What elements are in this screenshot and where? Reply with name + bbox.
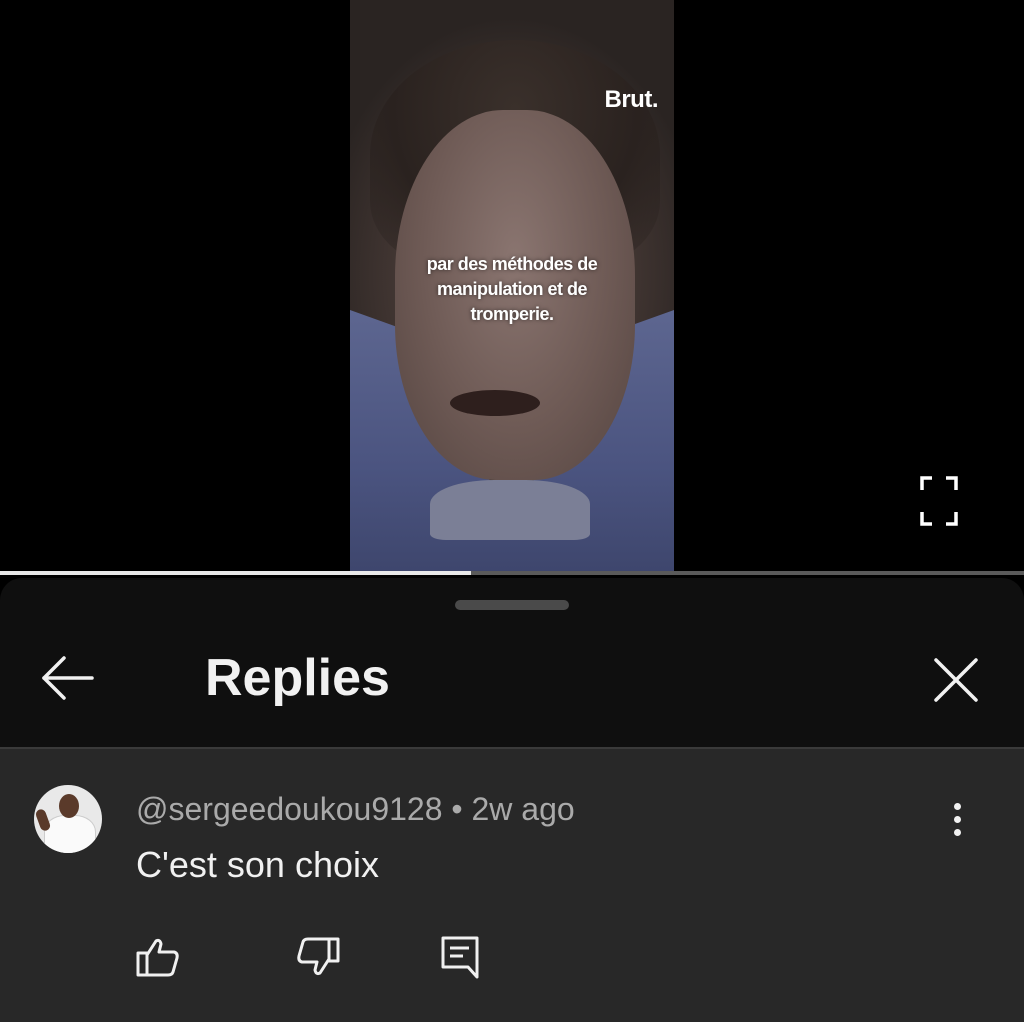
comment-text: C'est son choix bbox=[136, 844, 379, 885]
video-progress-bar[interactable] bbox=[0, 571, 1024, 575]
subtitle-line: tromperie. bbox=[470, 304, 554, 324]
replies-sheet: Replies @sergeedoukou9128 • 2w ago C'est… bbox=[0, 578, 1024, 1022]
fullscreen-button[interactable] bbox=[918, 474, 960, 528]
avatar-figure-head bbox=[59, 794, 79, 818]
close-icon bbox=[934, 658, 978, 702]
meta-separator: • bbox=[451, 791, 463, 827]
video-progress-fill bbox=[0, 571, 472, 575]
video-player[interactable]: Brut. par des méthodes de manipulation e… bbox=[0, 0, 1024, 575]
reply-button[interactable] bbox=[436, 933, 484, 981]
avatar-figure-body bbox=[44, 815, 96, 853]
brand-logo: Brut. bbox=[604, 86, 659, 113]
thumb-down-icon bbox=[297, 937, 340, 976]
more-dot bbox=[954, 829, 961, 836]
video-person-mouth bbox=[450, 390, 540, 416]
comment-author[interactable]: @sergeedoukou9128 bbox=[136, 791, 443, 827]
comment-item: @sergeedoukou9128 • 2w ago C'est son cho… bbox=[0, 749, 1024, 1022]
thumb-up-icon bbox=[136, 938, 179, 977]
back-button[interactable] bbox=[36, 650, 100, 706]
dislike-button[interactable] bbox=[294, 933, 342, 981]
sheet-title: Replies bbox=[205, 649, 390, 707]
video-subtitle: par des méthodes de manipulation et de t… bbox=[390, 252, 634, 327]
like-button[interactable] bbox=[134, 933, 182, 981]
more-dot bbox=[954, 803, 961, 810]
avatar[interactable] bbox=[34, 785, 102, 853]
subtitle-line: manipulation et de bbox=[436, 279, 588, 299]
fullscreen-icon bbox=[920, 476, 958, 526]
more-dot bbox=[954, 816, 961, 823]
video-frame: Brut. par des méthodes de manipulation e… bbox=[350, 0, 674, 572]
sheet-drag-handle[interactable] bbox=[455, 600, 569, 610]
video-person-collar bbox=[430, 480, 590, 540]
close-button[interactable] bbox=[926, 650, 986, 710]
comment-time: 2w ago bbox=[471, 791, 575, 827]
comment-meta: @sergeedoukou9128 • 2w ago bbox=[136, 789, 575, 829]
arrow-left-icon bbox=[42, 656, 94, 700]
subtitle-line: par des méthodes de bbox=[426, 254, 598, 274]
more-options-button[interactable] bbox=[940, 799, 974, 839]
comment-reply-icon bbox=[441, 936, 479, 979]
